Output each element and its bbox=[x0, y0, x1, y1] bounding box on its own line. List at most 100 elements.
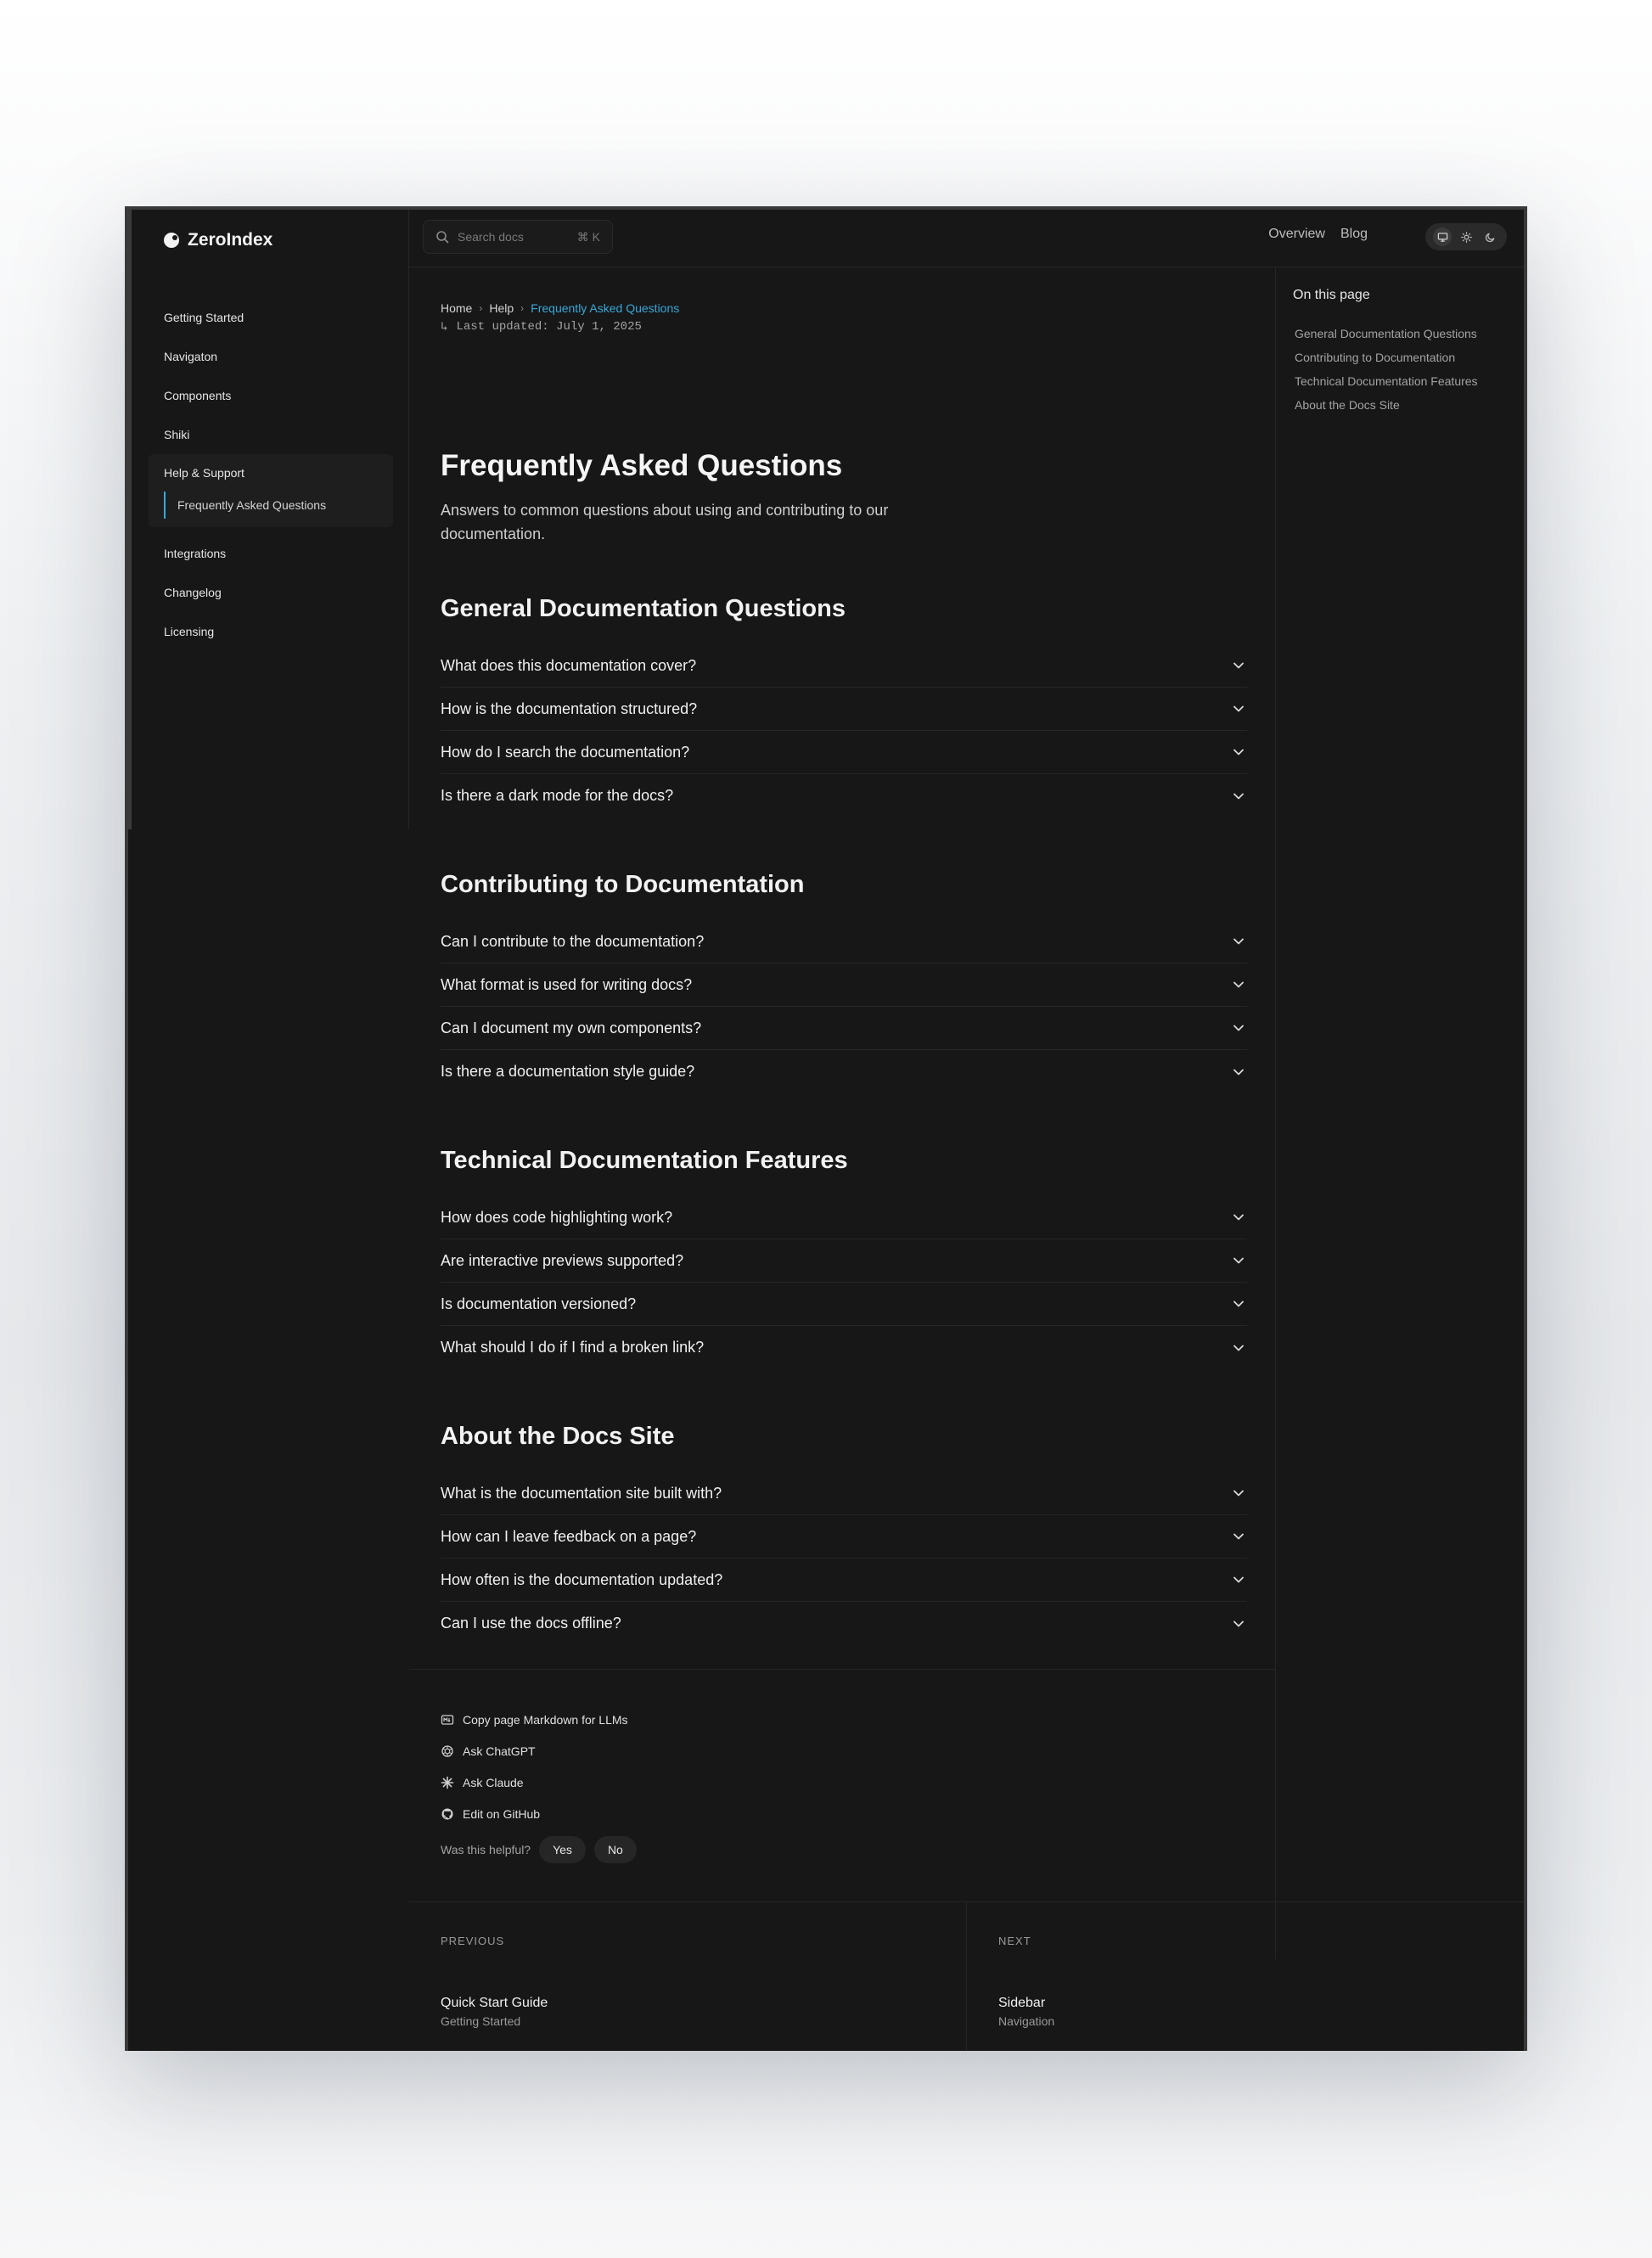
return-arrow-icon: ↳ bbox=[441, 321, 448, 334]
question-text: How often is the documentation updated? bbox=[441, 1570, 723, 1588]
chevron-down-icon bbox=[1233, 1069, 1244, 1075]
toc-item[interactable]: Contributing to Documentation bbox=[1295, 345, 1478, 369]
breadcrumb: Home › Help › Frequently Asked Questions bbox=[441, 301, 679, 315]
faq-question[interactable]: How can I leave feedback on a page? bbox=[441, 1515, 1247, 1559]
brand-name: ZeroIndex bbox=[188, 230, 273, 250]
sidebar-item-navigation[interactable]: Navigaton bbox=[164, 337, 393, 376]
next-page-link[interactable]: NEXT Sidebar Navigation bbox=[966, 1902, 1524, 2051]
search-input[interactable] bbox=[458, 230, 559, 244]
sidebar-item-licensing[interactable]: Licensing bbox=[164, 612, 393, 651]
brand[interactable]: ZeroIndex bbox=[164, 230, 273, 250]
pager-label: PREVIOUS bbox=[441, 1935, 505, 1947]
section-title: General Documentation Questions bbox=[441, 595, 846, 622]
sidebar-item-help-support[interactable]: Help & Support bbox=[164, 454, 393, 491]
faq-question[interactable]: Is there a documentation style guide? bbox=[441, 1050, 1247, 1093]
sidebar: ZeroIndex Getting Started Navigaton Comp… bbox=[128, 210, 409, 829]
ask-chatgpt-label: Ask ChatGPT bbox=[463, 1744, 536, 1758]
ask-chatgpt-button[interactable]: Ask ChatGPT bbox=[441, 1735, 637, 1767]
toc-item[interactable]: Technical Documentation Features bbox=[1295, 369, 1478, 393]
toc-item[interactable]: General Documentation Questions bbox=[1295, 322, 1478, 345]
question-text: How do I search the documentation? bbox=[441, 743, 690, 761]
chevron-right-icon: › bbox=[520, 302, 525, 314]
section-title: Technical Documentation Features bbox=[441, 1147, 848, 1174]
faq-question[interactable]: What format is used for writing docs? bbox=[441, 963, 1247, 1007]
toc-list: General Documentation Questions Contribu… bbox=[1295, 322, 1478, 417]
chevron-right-icon: › bbox=[479, 302, 483, 314]
github-icon bbox=[441, 1808, 453, 1819]
sidebar-item-changelog[interactable]: Changelog bbox=[164, 573, 393, 612]
breadcrumb-home[interactable]: Home bbox=[441, 301, 472, 315]
search-shortcut: ⌘ K bbox=[576, 229, 600, 244]
faq-question[interactable]: What should I do if I find a broken link… bbox=[441, 1326, 1247, 1369]
blog-link[interactable]: Blog bbox=[1340, 227, 1368, 242]
sidebar-item-integrations[interactable]: Integrations bbox=[164, 534, 393, 573]
docs-window: ZeroIndex Getting Started Navigaton Comp… bbox=[125, 206, 1527, 2051]
chevron-down-icon bbox=[1233, 1300, 1244, 1307]
page-description: Answers to common questions about using … bbox=[441, 502, 889, 542]
section-title: About the Docs Site bbox=[441, 1423, 675, 1450]
last-updated-text: Last updated: July 1, 2025 bbox=[456, 320, 642, 334]
sidebar-item-faq[interactable]: Frequently Asked Questions bbox=[164, 491, 393, 519]
sun-icon bbox=[1460, 231, 1472, 243]
faq-question[interactable]: Is there a dark mode for the docs? bbox=[441, 774, 1247, 817]
faq-question[interactable]: How does code highlighting work? bbox=[441, 1196, 1247, 1239]
search-box[interactable]: ⌘ K bbox=[423, 220, 613, 254]
edit-github-button[interactable]: Edit on GitHub bbox=[441, 1798, 637, 1829]
toc-title: On this page bbox=[1293, 288, 1370, 302]
sidebar-item-shiki[interactable]: Shiki bbox=[164, 415, 393, 454]
pager-subtitle: Getting Started bbox=[441, 2014, 521, 2028]
faq-question[interactable]: What does this documentation cover? bbox=[441, 644, 1247, 688]
pager-title: Quick Start Guide bbox=[441, 1996, 548, 2010]
dark-theme-button[interactable] bbox=[1481, 227, 1499, 246]
faq-question[interactable]: How is the documentation structured? bbox=[441, 688, 1247, 731]
theme-switch bbox=[1425, 223, 1507, 250]
sidebar-item-getting-started[interactable]: Getting Started bbox=[164, 298, 393, 337]
sidebar-group-help: Help & Support Frequently Asked Question… bbox=[149, 454, 393, 527]
chevron-down-icon bbox=[1233, 1345, 1244, 1351]
faq-question[interactable]: Can I use the docs offline? bbox=[441, 1602, 1247, 1645]
chevron-down-icon bbox=[1233, 981, 1244, 988]
markdown-icon bbox=[441, 1714, 454, 1725]
pager-title: Sidebar bbox=[998, 1996, 1046, 2010]
system-theme-button[interactable] bbox=[1433, 227, 1452, 246]
overview-link[interactable]: Overview bbox=[1268, 227, 1325, 242]
faq-question[interactable]: What is the documentation site built wit… bbox=[441, 1472, 1247, 1515]
copy-markdown-button[interactable]: Copy page Markdown for LLMs bbox=[441, 1704, 637, 1735]
faq-question[interactable]: How often is the documentation updated? bbox=[441, 1559, 1247, 1602]
chevron-down-icon bbox=[1233, 1257, 1244, 1264]
feedback-yes-button[interactable]: Yes bbox=[539, 1836, 586, 1863]
question-text: What should I do if I find a broken link… bbox=[441, 1339, 705, 1356]
toc-item[interactable]: About the Docs Site bbox=[1295, 393, 1478, 417]
chevron-down-icon bbox=[1233, 662, 1244, 669]
pager-subtitle: Navigation bbox=[998, 2014, 1055, 2028]
faq-section-technical: Technical Documentation Features How doe… bbox=[441, 1147, 1247, 1369]
faq-question[interactable]: Can I document my own components? bbox=[441, 1007, 1247, 1050]
faq-question[interactable]: Can I contribute to the documentation? bbox=[441, 920, 1247, 963]
section-title: Contributing to Documentation bbox=[441, 871, 805, 898]
chevron-down-icon bbox=[1233, 1214, 1244, 1221]
ask-claude-button[interactable]: Ask Claude bbox=[441, 1767, 637, 1798]
question-text: Is there a dark mode for the docs? bbox=[441, 787, 674, 804]
breadcrumb-help[interactable]: Help bbox=[489, 301, 514, 315]
chevron-down-icon bbox=[1233, 749, 1244, 755]
light-theme-button[interactable] bbox=[1457, 227, 1475, 246]
chevron-down-icon bbox=[1233, 1533, 1244, 1540]
page-title: Frequently Asked Questions bbox=[441, 449, 843, 482]
sidebar-nav: Getting Started Navigaton Components Shi… bbox=[149, 298, 393, 651]
faq-question[interactable]: How do I search the documentation? bbox=[441, 731, 1247, 774]
breadcrumb-current: Frequently Asked Questions bbox=[531, 301, 680, 315]
edit-github-label: Edit on GitHub bbox=[463, 1806, 541, 1821]
question-text: How is the documentation structured? bbox=[441, 699, 698, 717]
previous-page-link[interactable]: PREVIOUS Quick Start Guide Getting Start… bbox=[409, 1902, 966, 2051]
faq-question[interactable]: Are interactive previews supported? bbox=[441, 1239, 1247, 1283]
feedback-no-button[interactable]: No bbox=[593, 1836, 637, 1863]
question-text: What does this documentation cover? bbox=[441, 656, 697, 674]
faq-question[interactable]: Is documentation versioned? bbox=[441, 1283, 1247, 1326]
pager-label: NEXT bbox=[998, 1935, 1031, 1947]
topbar: ⌘ K Overview Blog bbox=[409, 210, 1524, 267]
monitor-icon bbox=[1437, 232, 1447, 242]
chevron-down-icon bbox=[1233, 1490, 1244, 1497]
question-text: Can I contribute to the documentation? bbox=[441, 932, 705, 950]
last-updated: ↳ Last updated: July 1, 2025 bbox=[441, 320, 642, 334]
sidebar-item-components[interactable]: Components bbox=[164, 376, 393, 415]
